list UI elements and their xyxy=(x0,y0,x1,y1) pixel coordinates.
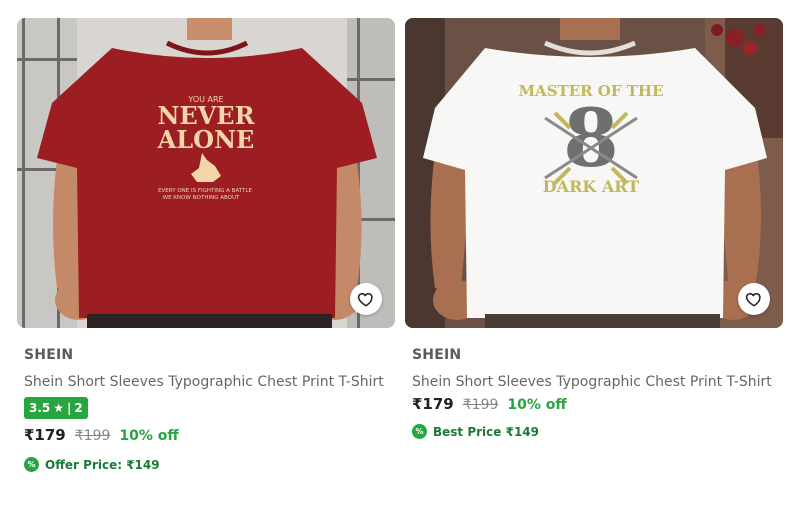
product-brand: SHEIN xyxy=(24,347,74,363)
price-row: ₹179 ₹199 10% off xyxy=(24,426,388,444)
shirt-print-line: 8 xyxy=(563,91,619,185)
selling-price: ₹179 xyxy=(24,426,66,444)
product-grid: YOU ARE NEVER ALONE EVERY ONE IS FIGHTIN… xyxy=(0,0,791,510)
discount-label: 10% off xyxy=(507,397,567,413)
original-price: ₹199 xyxy=(462,397,499,413)
original-price: ₹199 xyxy=(74,428,111,444)
product-brand: SHEIN xyxy=(412,347,462,363)
product-info: SHEIN Shein Short Sleeves Typographic Ch… xyxy=(17,347,395,472)
offer-price-label: Offer Price: ₹149 xyxy=(45,457,160,472)
rating-badge: 3.5 ★ | 2 xyxy=(24,397,88,419)
product-photo: YOU ARE NEVER ALONE EVERY ONE IS FIGHTIN… xyxy=(17,18,395,328)
star-icon: ★ xyxy=(53,401,65,415)
shirt-shape xyxy=(37,48,377,318)
selling-price: ₹179 xyxy=(412,395,454,413)
rating-value: 3.5 xyxy=(29,401,51,415)
best-price-label: Best Price ₹149 xyxy=(433,424,539,439)
best-price: % Best Price ₹149 xyxy=(412,424,776,439)
heart-outline-icon xyxy=(745,293,761,307)
product-photo: MASTER OF THE 8 DARK ART xyxy=(405,18,783,328)
product-image[interactable]: YOU ARE NEVER ALONE EVERY ONE IS FIGHTIN… xyxy=(17,18,395,328)
offer-price: % Offer Price: ₹149 xyxy=(24,457,388,472)
price-row: ₹179 ₹199 10% off xyxy=(412,395,776,413)
heart-outline-icon xyxy=(357,293,373,307)
product-card[interactable]: MASTER OF THE 8 DARK ART SHEIN Shein Sho… xyxy=(405,18,783,439)
wishlist-button[interactable] xyxy=(738,283,770,315)
product-title[interactable]: Shein Short Sleeves Typographic Chest Pr… xyxy=(24,372,384,392)
shirt-print-line: ALONE xyxy=(157,125,255,154)
percent-badge-icon: % xyxy=(412,424,427,439)
product-card[interactable]: YOU ARE NEVER ALONE EVERY ONE IS FIGHTIN… xyxy=(17,18,395,472)
wishlist-button[interactable] xyxy=(350,283,382,315)
rating-separator: | xyxy=(67,401,72,415)
shirt-print-line: EVERY ONE IS FIGHTING A BATTLE xyxy=(158,188,252,194)
product-image[interactable]: MASTER OF THE 8 DARK ART xyxy=(405,18,783,328)
rating-count: 2 xyxy=(74,401,83,415)
shirt-print-line: WE KNOW NOTHING ABOUT xyxy=(163,195,240,201)
percent-badge-icon: % xyxy=(24,457,39,472)
product-title[interactable]: Shein Short Sleeves Typographic Chest Pr… xyxy=(412,372,772,392)
shirt-print-line: DARK ART xyxy=(543,177,639,196)
product-info: SHEIN Shein Short Sleeves Typographic Ch… xyxy=(405,347,783,439)
discount-label: 10% off xyxy=(119,428,179,444)
